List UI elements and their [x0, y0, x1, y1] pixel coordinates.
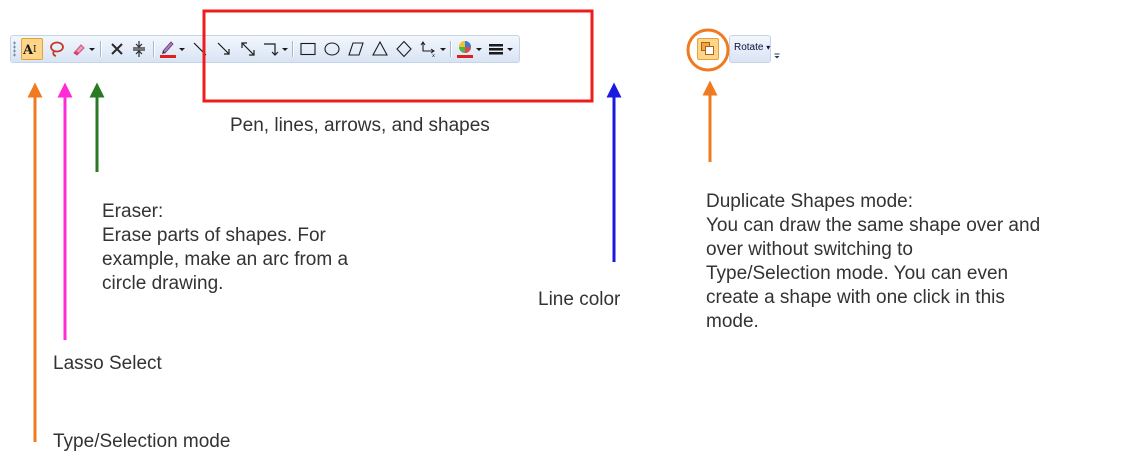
lasso-label: Lasso Select — [53, 353, 162, 374]
line-color-label: Line color — [538, 289, 621, 310]
eraser-description: Eraser: Erase parts of shapes. For examp… — [102, 201, 349, 294]
type-selection-label: Type/Selection mode — [53, 431, 231, 452]
duplicate-shapes-description: Duplicate Shapes mode: You can draw the … — [706, 191, 1041, 332]
duplicate-highlight-circle — [686, 28, 730, 72]
shapes-highlight-box — [202, 9, 594, 103]
shapes-label: Pen, lines, arrows, and shapes — [230, 115, 490, 136]
